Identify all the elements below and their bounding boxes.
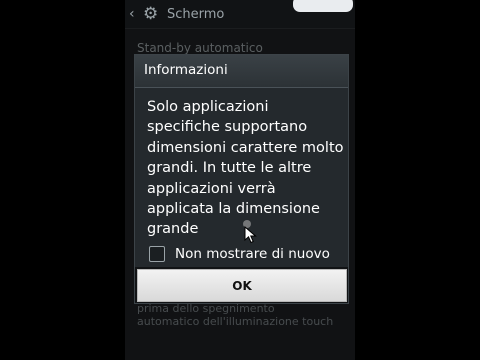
dont-show-again-checkbox[interactable]	[149, 246, 165, 262]
toggle-switch[interactable]	[293, 0, 353, 12]
mouse-cursor-icon	[244, 226, 257, 244]
top-bar: ‹ ⚙ Schermo	[125, 0, 355, 29]
dialog-message: Solo applicazioni specifiche supportano …	[147, 99, 344, 238]
chevron-left-icon[interactable]: ‹	[129, 6, 141, 22]
dialog-header: Informazioni	[135, 55, 348, 88]
dialog-footer: OK	[135, 267, 348, 303]
dont-show-again-label[interactable]: Non mostrare di nuovo	[175, 246, 330, 262]
info-dialog: Informazioni Solo applicazioni specifich…	[134, 54, 349, 304]
ok-button[interactable]: OK	[137, 269, 347, 302]
gear-icon: ⚙	[143, 4, 159, 24]
dont-show-again-row[interactable]: Non mostrare di nuovo	[149, 246, 330, 262]
dialog-title: Informazioni	[144, 62, 228, 78]
page-title: Schermo	[167, 6, 225, 22]
